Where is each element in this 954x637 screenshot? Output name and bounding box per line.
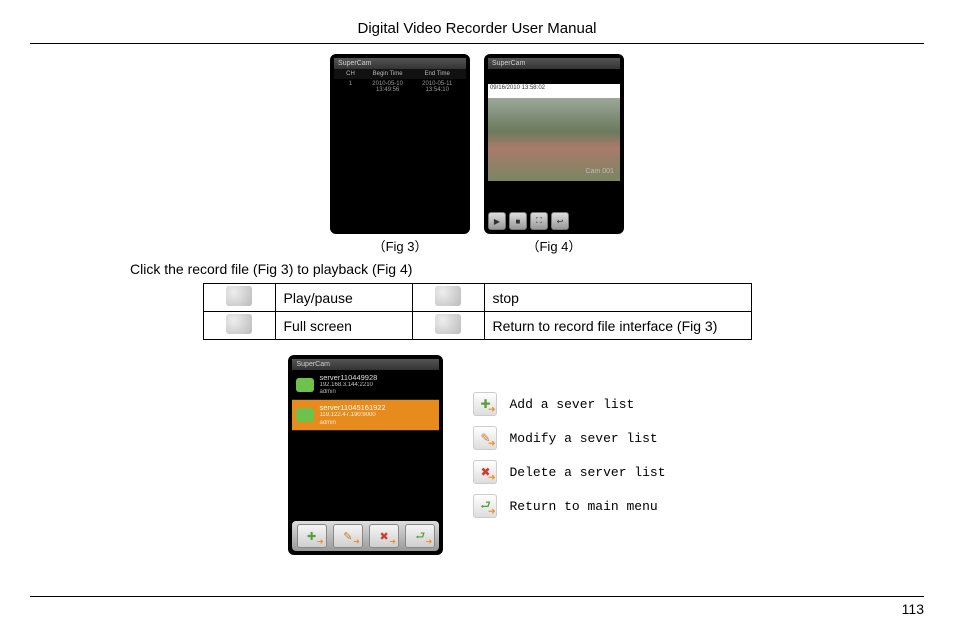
record-row[interactable]: 1 2010-05-10 13:49:56 2010-05-11 13:54:1… <box>334 79 466 95</box>
arrow-icon: ➜ <box>317 537 324 546</box>
stop-icon <box>435 286 461 306</box>
return-main-button[interactable]: ⮐➜ <box>405 524 435 548</box>
row-ch: 1 <box>338 81 363 93</box>
figure-4: SuperCam 09/16/2010 13:58:02 Cam 001 ▶ ■… <box>484 54 624 255</box>
row-begin: 2010-05-10 13:49:56 <box>363 81 413 93</box>
server-ip: 119.122.47.190:9000 <box>319 412 385 419</box>
modify-icon: ✎➜ <box>473 426 497 450</box>
pencil-icon: ✎ <box>343 530 352 543</box>
legend-modify-label: Modify a sever list <box>509 431 657 446</box>
return-icon-cell <box>412 312 484 340</box>
phone-frame-server-list: SuperCam server110449928 192.168.3.144:2… <box>288 355 443 555</box>
camera-icon <box>296 408 314 422</box>
header-title: Digital Video Recorder User Manual <box>357 20 596 37</box>
stop-button[interactable]: ■ <box>509 212 527 230</box>
arrow-icon: ➜ <box>389 537 396 546</box>
plus-icon: ✚ <box>307 530 316 543</box>
server-name: server11045161922 <box>319 403 385 412</box>
page-header: Digital Video Recorder User Manual <box>30 20 924 44</box>
play-pause-icon <box>226 286 252 306</box>
camera-icon <box>296 378 314 392</box>
legend-row-delete: ✖➜ Delete a server list <box>473 460 665 484</box>
return-icon <box>435 314 461 334</box>
page-number: 113 <box>30 596 924 617</box>
playback-screen: 09/16/2010 13:58:02 Cam 001 <box>488 84 620 179</box>
stop-label: stop <box>484 284 751 312</box>
fullscreen-label: Full screen <box>275 312 412 340</box>
col-begin: Begin Time <box>363 71 413 77</box>
fullscreen-icon-cell <box>203 312 275 340</box>
controls-description-table: Play/pause stop Full screen Return to re… <box>203 283 752 340</box>
record-list-header: CH Begin Time End Time <box>334 69 466 79</box>
figure-3: SuperCam CH Begin Time End Time 1 2010-0… <box>330 54 470 255</box>
fig3-caption: （Fig 3） <box>330 236 470 255</box>
server-admin: admin <box>319 389 377 396</box>
phone-frame-fig4: SuperCam 09/16/2010 13:58:02 Cam 001 ▶ ■… <box>484 54 624 234</box>
play-pause-label: Play/pause <box>275 284 412 312</box>
fig4-caption: （Fig 4） <box>484 236 624 255</box>
server-toolbar: ✚➜ ✎➜ ✖➜ ⮐➜ <box>292 521 439 551</box>
server-text: server110449928 192.168.3.144:2210 admin <box>319 373 377 396</box>
legend-add-label: Add a sever list <box>509 397 634 412</box>
legend-delete-label: Delete a server list <box>509 465 665 480</box>
return-button[interactable]: ↩ <box>551 212 569 230</box>
add-icon: ✚➜ <box>473 392 497 416</box>
page-number-value: 113 <box>902 601 924 617</box>
server-admin: admin <box>319 420 385 427</box>
instruction-text: Click the record file (Fig 3) to playbac… <box>130 261 924 277</box>
delete-icon: ✖ <box>380 530 389 543</box>
arrow-icon: ➜ <box>426 537 433 546</box>
server-list-item-selected[interactable]: server11045161922 119.122.47.190:9000 ad… <box>292 400 439 430</box>
table-row: Full screen Return to record file interf… <box>203 312 751 340</box>
table-row: Play/pause stop <box>203 284 751 312</box>
delete-icon: ✖➜ <box>473 460 497 484</box>
legend: ✚➜ Add a sever list ✎➜ Modify a sever li… <box>473 382 665 528</box>
modify-server-button[interactable]: ✎➜ <box>333 524 363 548</box>
col-end: End Time <box>412 71 462 77</box>
legend-row-return: ⮐➜ Return to main menu <box>473 494 665 518</box>
col-ch: CH <box>338 71 363 77</box>
app-title-bar: SuperCam <box>292 359 439 370</box>
add-server-button[interactable]: ✚➜ <box>297 524 327 548</box>
app-title-bar: SuperCam <box>488 58 620 69</box>
fullscreen-button[interactable]: ⛶ <box>530 212 548 230</box>
camera-label: Cam 001 <box>586 168 614 175</box>
stop-icon-cell <box>412 284 484 312</box>
play-pause-icon-cell <box>203 284 275 312</box>
return-icon: ⮐➜ <box>473 494 497 518</box>
server-text: server11045161922 119.122.47.190:9000 ad… <box>319 403 385 426</box>
fullscreen-icon <box>226 314 252 334</box>
play-pause-button[interactable]: ▶ <box>488 212 506 230</box>
server-list-section: SuperCam server110449928 192.168.3.144:2… <box>30 355 924 555</box>
row-end: 2010-05-11 13:54:10 <box>412 81 462 93</box>
server-name: server110449928 <box>319 373 377 382</box>
server-list-item[interactable]: server110449928 192.168.3.144:2210 admin <box>292 370 439 400</box>
legend-row-modify: ✎➜ Modify a sever list <box>473 426 665 450</box>
legend-row-add: ✚➜ Add a sever list <box>473 392 665 416</box>
delete-server-button[interactable]: ✖➜ <box>369 524 399 548</box>
arrow-icon: ➜ <box>353 537 360 546</box>
player-controls: ▶ ■ ⛶ ↩ <box>488 212 569 230</box>
app-title-bar: SuperCam <box>334 58 466 69</box>
video-frame: Cam 001 <box>488 98 620 181</box>
phone-frame-fig3: SuperCam CH Begin Time End Time 1 2010-0… <box>330 54 470 234</box>
return-icon: ⮐ <box>415 527 425 546</box>
playback-timestamp: 09/16/2010 13:58:02 <box>488 84 620 98</box>
server-ip: 192.168.3.144:2210 <box>319 382 377 389</box>
figure-row: SuperCam CH Begin Time End Time 1 2010-0… <box>30 54 924 255</box>
return-label: Return to record file interface (Fig 3) <box>484 312 751 340</box>
legend-return-label: Return to main menu <box>509 499 657 514</box>
